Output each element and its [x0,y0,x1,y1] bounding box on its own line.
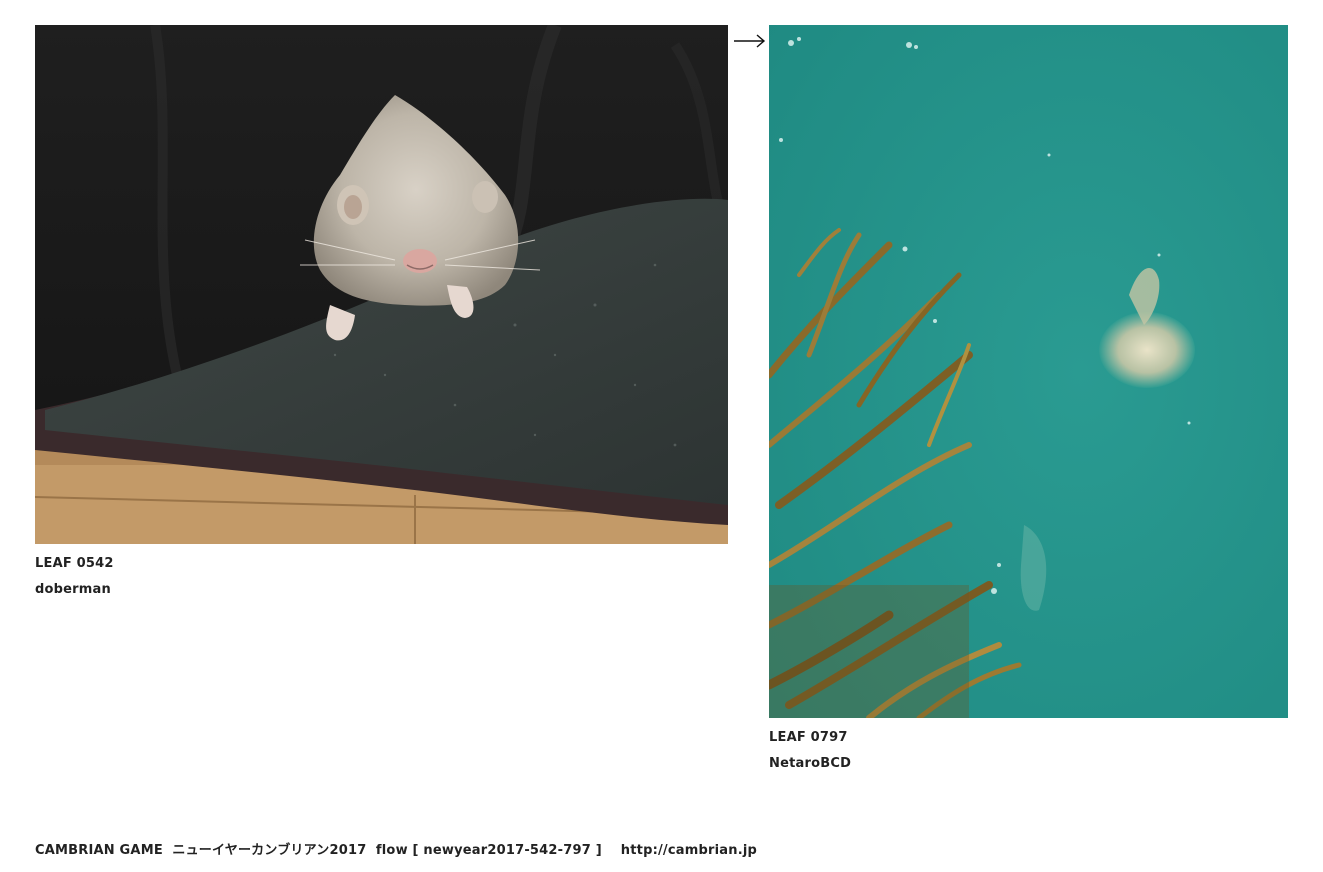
gerbil-photo-image [35,25,728,544]
leaf-id-label: LEAF 0542 [35,556,114,571]
leaf-author-link[interactable]: NetaroBCD [769,756,1288,771]
leaf-card-0797: LEAF 0797 NetaroBCD [769,25,1288,771]
right-arrow-icon [734,34,766,48]
footer-flow-prefix: flow [ [375,843,419,858]
seaweed-photo-image [769,25,1288,718]
leaf-photo-seaweed[interactable] [769,25,1288,718]
leaf-card-0542: LEAF 0542 doberman [35,25,728,597]
footer-event-title: ニューイヤーカンブリアン2017 [172,843,367,858]
footer-flow-id: newyear2017-542-797 [423,843,591,858]
footer-site-link[interactable]: http://cambrian.jp [621,843,757,858]
leaf-author-link[interactable]: doberman [35,582,728,597]
leaf-photo-gerbil[interactable] [35,25,728,544]
footer-flow-info: CAMBRIAN GAME ニューイヤーカンブリアン2017 flow [ ne… [35,839,757,858]
leaf-id-label: LEAF 0797 [769,730,848,745]
footer-game-title: CAMBRIAN GAME [35,843,163,858]
